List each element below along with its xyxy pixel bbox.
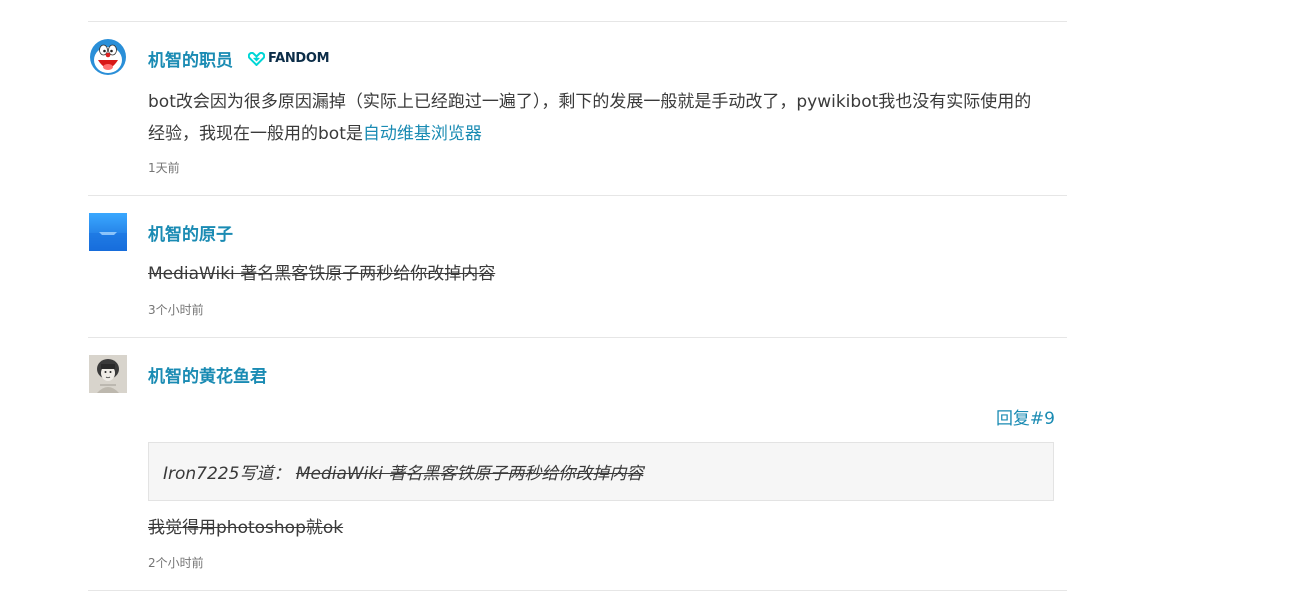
author-name[interactable]: 机智的黄花鱼君 [148,362,267,387]
fandom-heart-icon [248,51,265,66]
timestamp: 2个小时前 [148,556,204,570]
reply-item: 机智的原子 MediaWiki 著名黑客铁原子两秒给你改掉内容 3个小时前 [88,195,1067,337]
quote-author: Iron7225写道： [163,464,291,484]
reply-item: 机智的职员 FANDOM bot改会因为很多原因漏掉（实际上已经跑过一遍了），剩… [88,21,1067,195]
sketch-portrait-avatar-icon [89,355,127,393]
reply-text: MediaWiki 著名黑客铁原子两秒给你改掉内容 [148,264,496,284]
doraemon-avatar-icon [90,39,126,75]
fandom-badge: FANDOM [248,51,330,66]
author-line: 机智的原子 [148,220,233,245]
reply-item: 机智的黄花鱼君 回复#9 Iron7225写道： MediaWiki 著名黑客铁… [88,337,1067,591]
quote-block: Iron7225写道： MediaWiki 著名黑客铁原子两秒给你改掉内容 [148,442,1054,501]
author-name[interactable]: 机智的职员 [148,46,233,71]
author-line: 机智的职员 FANDOM [148,46,330,71]
author-line: 机智的黄花鱼君 [148,362,267,387]
avatar[interactable] [89,38,127,76]
quote-content: Iron7225写道： MediaWiki 著名黑客铁原子两秒给你改掉内容 [163,459,643,484]
timestamp: 3个小时前 [148,303,204,317]
reply-thread: 机智的职员 FANDOM bot改会因为很多原因漏掉（实际上已经跑过一遍了），剩… [88,21,1067,591]
timestamp: 1天前 [148,161,180,175]
reply-text: bot改会因为很多原因漏掉（实际上已经跑过一遍了），剩下的发展一般就是手动改了，… [148,92,1032,144]
avatar[interactable] [89,213,127,251]
blue-square-avatar-icon [89,213,127,251]
reply-body: bot改会因为很多原因漏掉（实际上已经跑过一遍了），剩下的发展一般就是手动改了，… [148,86,1048,150]
author-name[interactable]: 机智的原子 [148,220,233,245]
avatar[interactable] [89,355,127,393]
reply-text: 我觉得用photoshop就ok [148,518,344,538]
awb-link[interactable]: 自动维基浏览器 [363,124,482,144]
quote-text: MediaWiki 著名黑客铁原子两秒给你改掉内容 [295,464,644,484]
fandom-badge-label: FANDOM [268,51,330,66]
reply-to-link[interactable]: 回复#9 [996,404,1055,429]
